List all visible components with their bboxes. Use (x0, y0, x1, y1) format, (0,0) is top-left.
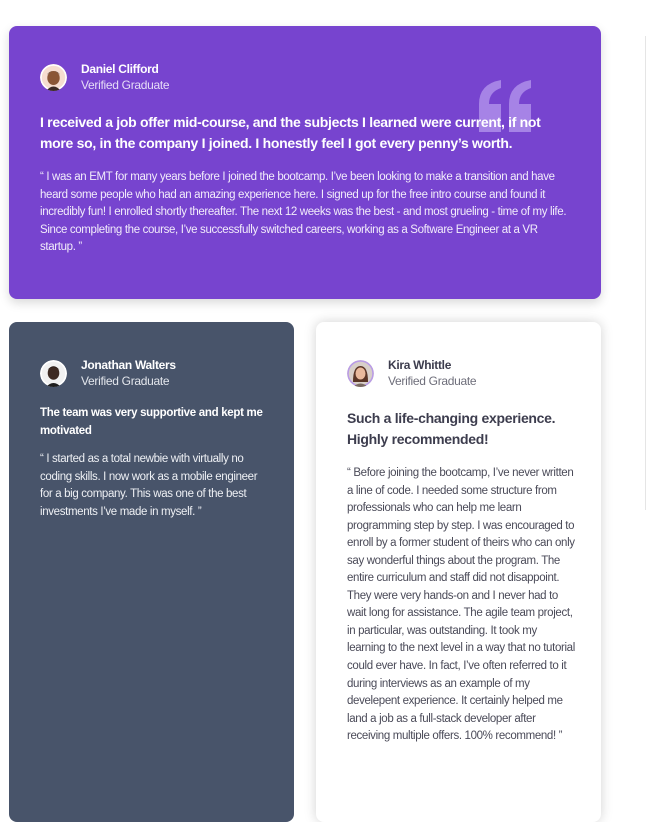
author: Daniel Clifford Verified Graduate (40, 62, 170, 94)
author-name: Jonathan Walters (81, 358, 176, 372)
testimonial-card-daniel: Daniel Clifford Verified Graduate I rece… (9, 26, 601, 299)
author-role: Verified Graduate (388, 374, 477, 388)
testimonial-body: “ I was an EMT for many years before I j… (40, 171, 567, 254)
author-role: Verified Graduate (81, 374, 170, 388)
author-name: Kira Whittle (388, 358, 452, 372)
avatar (40, 360, 67, 387)
testimonial-headline: I received a job offer mid-course, and t… (40, 114, 541, 151)
author: Kira Whittle Verified Graduate (347, 358, 477, 390)
testimonial-headline: The team was very supportive and kept me… (40, 407, 263, 437)
author: Jonathan Walters Verified Graduate (40, 358, 176, 390)
testimonial-body: “ I started as a total newbie with virtu… (40, 453, 258, 518)
testimonial-body: “ Before joining the bootcamp, I’ve neve… (347, 467, 575, 743)
testimonial-card-jonathan: Jonathan Walters Verified Graduate The t… (9, 322, 294, 822)
avatar (347, 360, 374, 387)
testimonial-headline: Such a life-changing experience. Highly … (347, 410, 556, 447)
testimonial-card-kira: Kira Whittle Verified Graduate Such a li… (316, 322, 601, 822)
author-name: Daniel Clifford (81, 62, 159, 76)
author-role: Verified Graduate (81, 78, 170, 92)
testimonials-page: Daniel Clifford Verified Graduate I rece… (0, 0, 646, 822)
avatar (40, 64, 67, 91)
